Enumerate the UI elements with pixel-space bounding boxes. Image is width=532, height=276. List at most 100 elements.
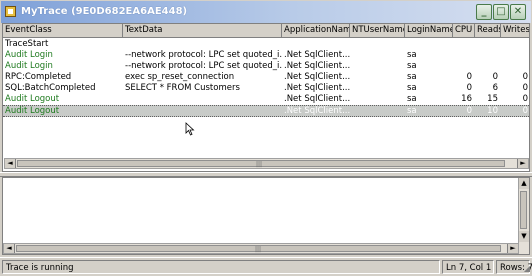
application-name-cell: .Net SqlClient... [284,72,350,82]
text-data-cell: --network protocol: LPC set quoted_i... [125,61,282,71]
text-data-cell [123,39,282,50]
cpu-cell [453,39,475,50]
application-name-cell: .Net SqlClient... [284,83,350,93]
trace-window: MyTrace (9E0D682EA6AE448) _ □ ✕ EventCla… [0,0,532,276]
grid-header: EventClass TextData ApplicationName NTUs… [3,24,529,38]
reads-cell: 10 [487,106,498,116]
writes-cell: 0 [522,72,528,82]
cpu-cell [453,61,475,72]
mouse-cursor-icon [185,122,195,136]
text-data-cell: exec sp_reset_connection [125,72,235,82]
event-class-cell: SQL:BatchCompleted [5,83,96,93]
column-header-applicationname[interactable]: ApplicationName [282,24,350,37]
table-row[interactable]: Audit Logout .Net SqlClient... sa 0 10 0 [3,105,529,117]
scroll-down-icon[interactable]: ▼ [519,231,529,242]
cpu-cell: 0 [466,106,472,116]
resize-grip-icon[interactable]: ◢ [520,264,530,274]
application-name-cell: .Net SqlClient... [284,61,350,71]
close-button[interactable]: ✕ [510,4,526,20]
status-message: Trace is running [2,260,440,274]
maximize-icon: □ [496,6,506,17]
trace-events-grid[interactable]: EventClass TextData ApplicationName NTUs… [2,23,530,172]
event-class-cell: Audit Login [5,61,53,71]
text-data-cell: SELECT * FROM Customers [125,83,240,93]
column-header-loginname[interactable]: LoginName [405,24,453,37]
reads-cell: 6 [492,83,498,93]
nt-user-name-cell [350,61,405,72]
status-cursor-position: Ln 7, Col 1 [442,260,494,274]
minimize-icon: _ [481,6,487,17]
column-header-reads[interactable]: Reads [475,24,501,37]
cpu-cell: 0 [466,72,472,82]
text-data-cell [123,106,282,117]
text-grip-icon: ||| [255,246,262,253]
column-header-writes[interactable]: Writes [501,24,529,37]
event-class-cell: Audit Logout [5,94,60,104]
event-class-cell: Audit Login [5,50,53,60]
table-row[interactable]: Audit Login --network protocol: LPC set q… [3,50,529,61]
text-data-cell [123,94,282,105]
column-header-cpu[interactable]: CPU [453,24,475,37]
writes-cell [501,61,529,72]
reads-cell: 15 [487,94,498,104]
grid-horizontal-scrollbar[interactable]: ◄ ||| ► [4,158,529,169]
writes-cell: 0 [522,106,528,116]
login-name-cell: sa [407,72,417,82]
maximize-button[interactable]: □ [493,4,509,20]
application-name-cell: .Net SqlClient... [284,50,350,60]
login-name-cell: sa [407,61,417,71]
application-name-cell: .Net SqlClient... [284,94,350,104]
login-name-cell: sa [407,83,417,93]
event-text-pane[interactable]: ▲ ▼ ◄ ||| ► [2,177,530,255]
cpu-cell [453,50,475,61]
event-class-cell: TraceStart [5,39,49,49]
nt-user-name-cell [350,72,405,83]
text-hscroll-thumb[interactable]: ||| [16,245,501,253]
login-name-cell: sa [407,106,417,116]
column-header-eventclass[interactable]: EventClass [3,24,123,37]
text-vertical-scrollbar[interactable]: ▲ ▼ [518,178,529,254]
scroll-right-icon[interactable]: ► [517,159,528,168]
scroll-left-icon[interactable]: ◄ [5,159,16,168]
writes-cell: 0 [522,94,528,104]
login-name-cell: sa [407,50,417,60]
text-horizontal-scrollbar[interactable]: ◄ ||| ► [3,243,518,254]
text-scroll-right-icon[interactable]: ► [507,244,518,253]
text-data-cell: --network protocol: LPC set quoted_i... [125,50,282,60]
nt-user-name-cell [350,94,405,105]
login-name-cell [405,39,453,50]
table-row[interactable]: Audit Logout .Net SqlClient... sa 16 15 0 [3,94,529,105]
cpu-cell: 0 [466,83,472,93]
table-row[interactable]: TraceStart [3,39,529,50]
reads-cell [475,39,501,50]
column-header-textdata[interactable]: TextData [123,24,282,37]
writes-cell: 0 [522,83,528,93]
window-title: MyTrace (9E0D682EA6AE448) [21,6,188,17]
nt-user-name-cell [350,106,405,117]
nt-user-name-cell [350,50,405,61]
application-name-cell: .Net SqlClient... [284,106,350,116]
event-class-cell: Audit Logout [5,106,60,116]
nt-user-name-cell [350,39,405,50]
grid-scroll-thumb[interactable]: ||| [17,160,505,168]
text-scroll-thumb[interactable] [520,191,527,229]
writes-cell [501,39,529,50]
minimize-button[interactable]: _ [476,4,492,20]
column-header-ntusername[interactable]: NTUserName [350,24,405,37]
reads-cell: 0 [492,72,498,82]
table-row[interactable]: Audit Login --network protocol: LPC set q… [3,61,529,72]
table-row[interactable]: RPC:Completed exec sp_reset_connection .Ne… [3,72,529,83]
application-name-cell [282,39,350,50]
status-bar: Trace is running Ln 7, Col 1 Rows: 7 ◢ [0,257,532,276]
title-bar[interactable]: MyTrace (9E0D682EA6AE448) _ □ ✕ [1,1,531,23]
event-class-cell: RPC:Completed [5,72,72,82]
text-scroll-left-icon[interactable]: ◄ [4,244,15,253]
grip-icon: ||| [256,161,263,168]
login-name-cell: sa [407,94,417,104]
trace-app-icon [5,6,16,17]
scroll-up-icon[interactable]: ▲ [519,178,529,189]
table-row[interactable]: SQL:BatchCompleted SELECT * FROM Customer… [3,83,529,94]
close-icon: ✕ [513,6,523,17]
reads-cell [475,61,501,72]
reads-cell [475,50,501,61]
